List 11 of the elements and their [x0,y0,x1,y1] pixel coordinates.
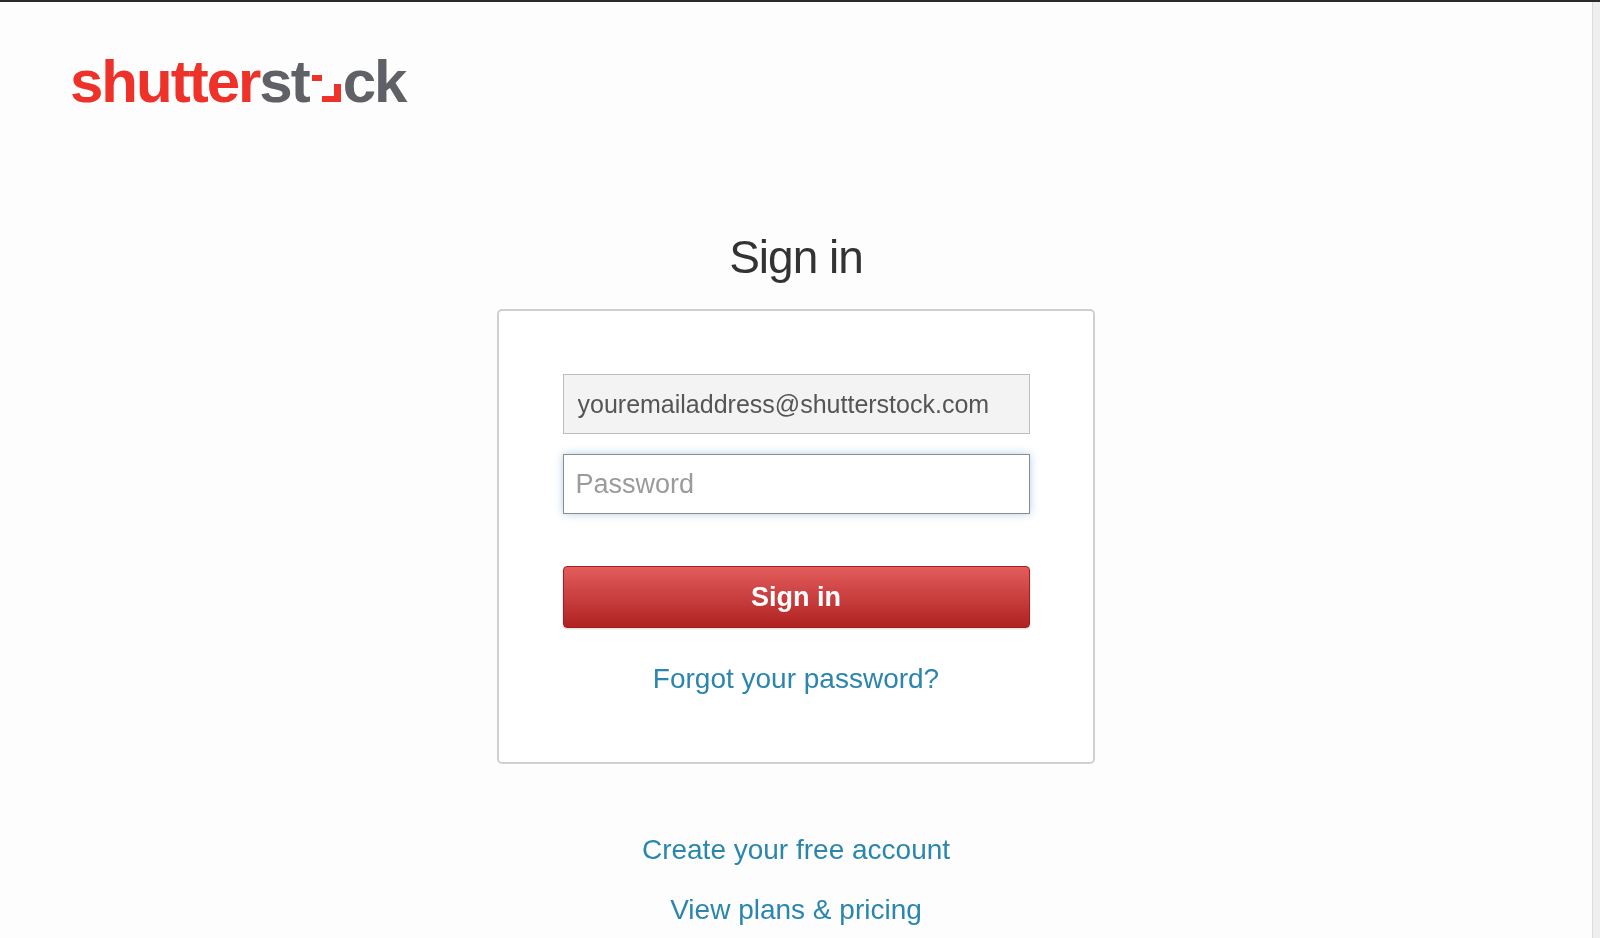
logo-wordmark: st [259,52,309,112]
logo-wordmark: ck [342,52,406,112]
page-title: Sign in [729,230,863,284]
scrollbar-track[interactable] [1592,2,1600,938]
password-field[interactable]: Password [562,454,1030,514]
sign-in-button[interactable]: Sign in [562,566,1030,628]
footer-link[interactable]: Create your free account [641,833,951,867]
email-field[interactable]: youremailaddress@shutterstock.com [562,374,1030,434]
logo-wordmark: shutter [70,52,260,112]
forgot-password-link[interactable]: Forgot your password? [652,662,940,696]
footer-link[interactable]: View plans & pricing [670,893,922,927]
